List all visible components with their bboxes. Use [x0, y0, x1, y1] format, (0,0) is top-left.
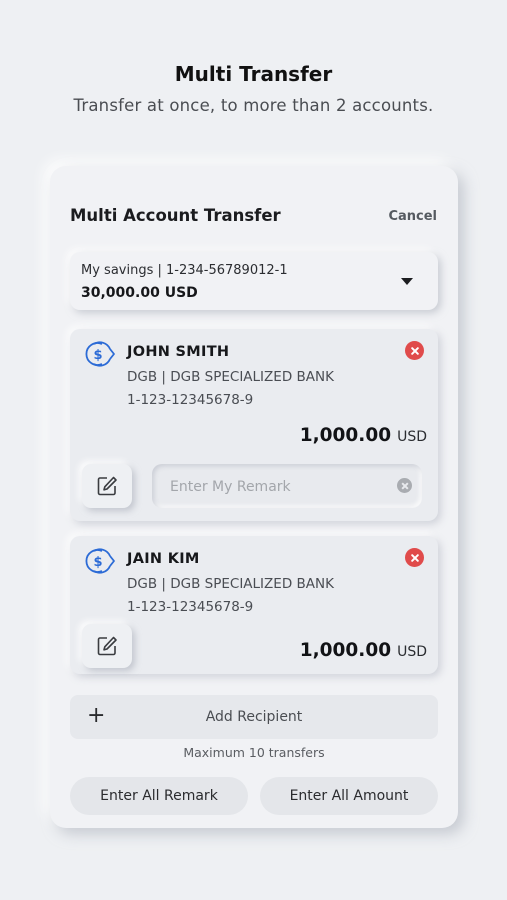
- recipient-name: JAIN KIM: [127, 551, 200, 567]
- edit-remark-button[interactable]: [82, 464, 132, 508]
- caret-down-icon[interactable]: [401, 278, 413, 285]
- source-account-label: My savings | 1-234-56789012-1: [81, 263, 288, 278]
- recipient-name: JOHN SMITH: [127, 344, 230, 360]
- hero-title: Multi Transfer: [174, 62, 333, 86]
- clear-circle-icon[interactable]: [397, 478, 412, 493]
- add-recipient-label: Add Recipient: [205, 709, 303, 725]
- amount-currency: USD: [397, 644, 427, 660]
- recipient-account-number: 1-123-12345678-9: [127, 392, 254, 408]
- add-recipient-button[interactable]: + Add Recipient: [70, 695, 438, 739]
- source-account-selector[interactable]: My savings | 1-234-56789012-1 30,000.00 …: [70, 252, 438, 310]
- edit-pencil-icon: [97, 476, 117, 496]
- amount-value: 1,000.00: [299, 640, 392, 661]
- recipient-bank: DGB | DGB SPECIALIZED BANK: [127, 576, 334, 592]
- panel-title: Multi Account Transfer: [70, 206, 281, 225]
- amount-currency: USD: [397, 429, 427, 445]
- hero-subtitle: Transfer at once, to more than 2 account…: [73, 96, 434, 115]
- recipient-amount[interactable]: 1,000.00 USD: [300, 640, 427, 661]
- remove-circle-icon[interactable]: [405, 341, 424, 360]
- recipient-amount[interactable]: 1,000.00 USD: [300, 425, 427, 446]
- amount-value: 1,000.00: [299, 425, 392, 446]
- multi-transfer-panel: Multi Account Transfer Cancel My savings…: [50, 166, 458, 828]
- edit-pencil-icon: [97, 636, 117, 656]
- recipient-account-number: 1-123-12345678-9: [127, 599, 254, 615]
- dollar-transfer-icon: $: [85, 341, 115, 367]
- svg-text:$: $: [94, 348, 103, 363]
- source-account-balance: 30,000.00 USD: [81, 285, 198, 301]
- cancel-button[interactable]: Cancel: [388, 209, 437, 224]
- recipient-bank: DGB | DGB SPECIALIZED BANK: [127, 369, 334, 385]
- transfer-limit-note: Maximum 10 transfers: [183, 745, 325, 760]
- remark-input[interactable]: [170, 476, 370, 498]
- remove-circle-icon[interactable]: [405, 548, 424, 567]
- recipient-card: $ JOHN SMITH DGB | DGB SPECIALIZED BANK …: [70, 329, 438, 521]
- dollar-transfer-icon: $: [85, 548, 115, 574]
- enter-all-amount-button[interactable]: Enter All Amount: [260, 777, 438, 815]
- recipient-card: $ JAIN KIM DGB | DGB SPECIALIZED BANK 1-…: [70, 536, 438, 674]
- remark-field[interactable]: [152, 464, 422, 508]
- enter-all-remark-button[interactable]: Enter All Remark: [70, 777, 248, 815]
- edit-remark-button[interactable]: [82, 624, 132, 668]
- svg-text:$: $: [94, 555, 103, 570]
